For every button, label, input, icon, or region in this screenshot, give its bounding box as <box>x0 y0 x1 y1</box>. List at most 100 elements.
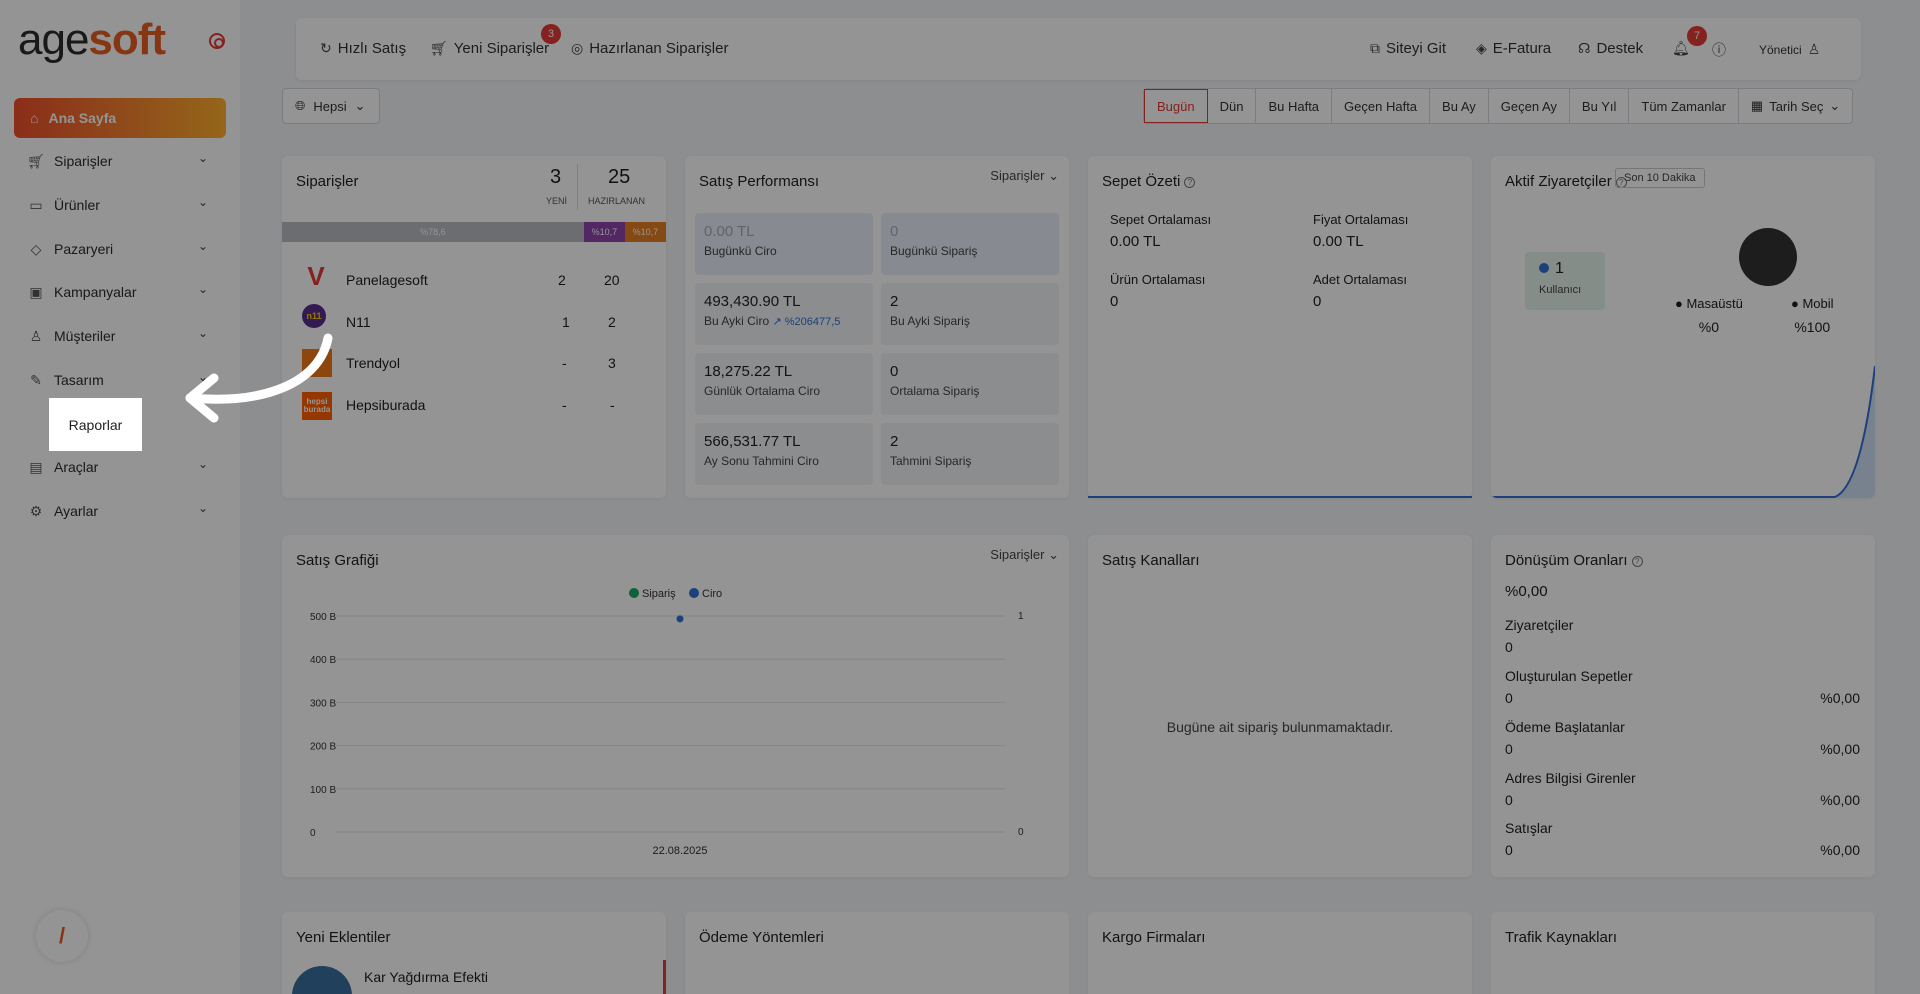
conversion-row: Ödeme Başlatanlar 0 %0,00 <box>1505 719 1860 757</box>
metric-month-orders: 2 Bu Ayki Sipariş <box>881 283 1059 345</box>
store-prep: 3 <box>608 355 616 371</box>
plugin-thumbnail <box>292 966 352 994</box>
legend-label: Ciro <box>702 588 722 600</box>
bar-segment: %78,6 <box>282 222 584 242</box>
calendar-icon: ▦ <box>1750 98 1764 113</box>
chevron-down-icon: ⌄ <box>197 239 208 253</box>
empty-state-text: Bugüne ait sipariş bulunmamaktadır. <box>1166 719 1394 735</box>
metric-month-revenue: 493,430.90 TL Bu Ayki Ciro ↗ %206477,5 <box>695 283 873 345</box>
basket-icon: ▣ <box>29 283 43 300</box>
y-tick-label: 300 B <box>310 698 336 709</box>
support-link[interactable]: ☊ Destek <box>1578 40 1643 57</box>
sidebar-item-label: Siparişler <box>54 153 113 169</box>
visit-site-link[interactable]: ⧉ Siteyi Git <box>1370 40 1446 57</box>
y-tick-label: 500 B <box>310 612 336 623</box>
external-link-icon: ⧉ <box>1370 40 1380 56</box>
plugin-name[interactable]: Kar Yağdırma Efekti <box>364 969 488 985</box>
range-gecen-ay[interactable]: Geçen Ay <box>1489 89 1570 123</box>
target-icon[interactable] <box>209 33 225 49</box>
store-scope-select[interactable]: 🌐︎ Hepsi ⌄ <box>282 88 380 124</box>
sidebar-item-araclar[interactable]: ▤ Araçlar ⌄ <box>28 455 208 479</box>
card-title: Ödeme Yöntemleri <box>699 929 824 946</box>
range-gecen-hafta[interactable]: Geçen Hafta <box>1332 89 1431 123</box>
notifications-badge: 7 <box>1687 26 1707 46</box>
sidebar-item-label: Araçlar <box>54 459 99 475</box>
sidebar-item-ayarlar[interactable]: ⚙︎ Ayarlar ⌄ <box>28 499 208 523</box>
sales-perf-dropdown[interactable]: Siparişler ⌄ <box>990 168 1059 184</box>
card-title: Sepet Özeti? <box>1102 173 1196 190</box>
edit-icon: ✎ <box>30 371 42 388</box>
invoice-icon: ◈ <box>1476 40 1487 56</box>
theme-toggle-button[interactable]: / <box>36 910 88 962</box>
panelagesoft-logo: V <box>307 260 325 291</box>
conversion-total: %0,00 <box>1505 583 1548 600</box>
sales-chart-card: Satış Grafiği Siparişler ⌄ 500 B 400 B 300… <box>282 535 1069 877</box>
help-icon[interactable]: ? <box>1631 555 1643 567</box>
metric-forecast-revenue: 566,531.77 TL Ay Sonu Tahmini Ciro <box>695 423 873 485</box>
y-tick-label: 100 B <box>310 785 336 796</box>
stat-product-avg: Ürün Ortalaması 0 <box>1110 272 1206 310</box>
sidebar-item-siparisler[interactable]: 🛒︎ Siparişler ⌄ <box>27 149 208 173</box>
scrollbar[interactable] <box>663 960 666 994</box>
app-logo[interactable]: agesoft <box>18 18 166 62</box>
info-button[interactable]: ⓘ <box>1712 40 1726 60</box>
range-dun[interactable]: Dün <box>1208 89 1257 123</box>
bell-icon: 🔔︎ <box>1672 40 1690 56</box>
active-visitors-card: Aktif Ziyaretçiler? Son 10 Dakika 1 Kull… <box>1491 156 1875 498</box>
basket-sparkline <box>1088 496 1472 498</box>
sidebar: agesoft ⌂ Ana Sayfa 🛒︎ Siparişler ⌄ ▭ Ürünl… <box>0 0 240 994</box>
card-title: Satış Kanalları <box>1102 552 1200 569</box>
sidebar-item-ana-sayfa[interactable]: ⌂ Ana Sayfa <box>14 98 226 138</box>
prep-orders-count: 25 <box>608 166 631 188</box>
store-name: Hepsiburada <box>346 397 426 413</box>
y2-tick-label: 1 <box>1018 611 1024 622</box>
help-icon[interactable]: ? <box>1184 176 1196 188</box>
x-tick-label: 22.08.2025 <box>652 845 707 857</box>
user-menu[interactable]: Yönetici ♙ <box>1759 41 1820 58</box>
card-title: Siparişler <box>296 173 359 190</box>
stat-price-avg: Fiyat Ortalaması 0.00 TL <box>1313 212 1409 250</box>
sidebar-item-urunler[interactable]: ▭ Ürünler ⌄ <box>28 193 208 217</box>
pointer-arrow-icon <box>185 333 333 423</box>
date-picker-button[interactable]: ▦ Tarih Seç ⌄ <box>1739 89 1852 123</box>
range-bugun[interactable]: Bugün <box>1144 89 1208 123</box>
card-title: Kargo Firmaları <box>1102 929 1206 946</box>
headset-icon: ☊ <box>1578 40 1591 56</box>
chevron-down-icon: ⌄ <box>197 457 208 471</box>
store-new: 2 <box>558 272 566 288</box>
orders-distribution-bar: %78,6 %10,7 %10,7 <box>282 222 666 242</box>
new-orders-link[interactable]: 🛒︎ Yeni Siparişler <box>430 40 549 57</box>
conversion-card: Dönüşüm Oranları? %0,00 Ziyaretçiler 0 Ol… <box>1491 535 1875 877</box>
sidebar-item-label: Kampanyalar <box>54 284 137 300</box>
store-prep: - <box>610 397 615 413</box>
chevron-down-icon: ⌄ <box>1829 98 1841 113</box>
bar-segment: %10,7 <box>583 222 625 242</box>
y-tick-label: 0 <box>310 828 316 839</box>
prepared-orders-link[interactable]: ◎ Hazırlanan Siparişler <box>571 40 728 57</box>
chevron-down-icon: ⌄ <box>197 195 208 209</box>
store-new: 1 <box>562 314 570 330</box>
store-prep: 2 <box>608 314 616 330</box>
sales-channels-card: Satış Kanalları Bugüne ait sipariş bulun… <box>1088 535 1472 877</box>
range-tum-zamanlar[interactable]: Tüm Zamanlar <box>1629 89 1739 123</box>
sidebar-item-kampanyalar[interactable]: ▣ Kampanyalar ⌄ <box>28 280 208 304</box>
range-bu-hafta[interactable]: Bu Hafta <box>1256 89 1333 123</box>
metric-forecast-orders: 2 Tahmini Sipariş <box>881 423 1059 485</box>
quick-sale-link[interactable]: ↻ Hızlı Satış <box>320 40 406 57</box>
card-title: Yeni Eklentiler <box>296 929 391 946</box>
home-icon: ⌂ <box>30 110 39 126</box>
sidebar-item-pazaryeri[interactable]: ◇ Pazaryeri ⌄ <box>28 237 208 261</box>
y-tick-label: 200 B <box>310 742 336 753</box>
notifications-button[interactable]: 🔔︎ <box>1672 40 1690 57</box>
store-new: - <box>562 355 567 371</box>
new-orders-badge: 3 <box>541 24 561 44</box>
range-bu-ay[interactable]: Bu Ay <box>1430 89 1489 123</box>
e-invoice-link[interactable]: ◈ E-Fatura <box>1476 40 1551 57</box>
chevron-down-icon: ⌄ <box>197 282 208 296</box>
store-new: - <box>562 397 567 413</box>
clipboard-icon: ▤ <box>29 458 43 475</box>
range-bu-yil[interactable]: Bu Yıl <box>1570 89 1630 123</box>
payment-methods-card: Ödeme Yöntemleri <box>685 912 1069 994</box>
sidebar-item-raporlar[interactable]: Raporlar <box>49 398 142 451</box>
metric-today-orders: 0 Bugünkü Sipariş <box>881 213 1059 275</box>
